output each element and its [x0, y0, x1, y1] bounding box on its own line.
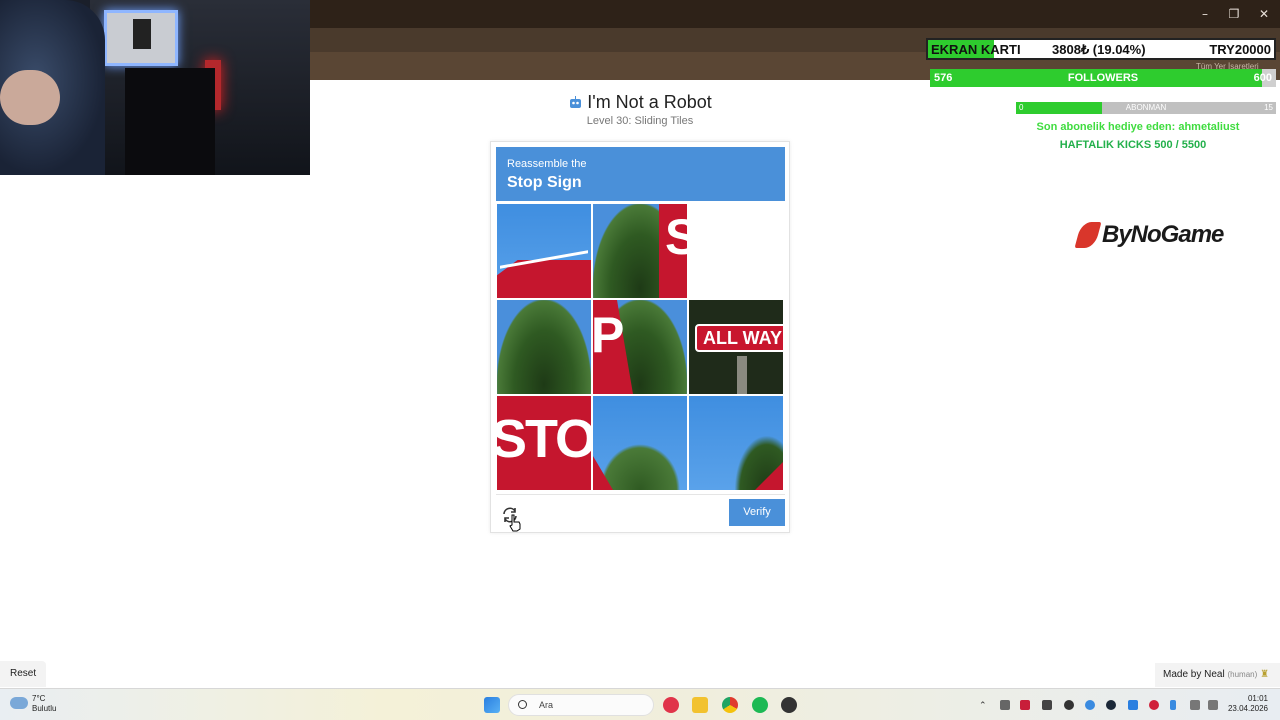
tile-letters-sto: STO: [497, 409, 591, 469]
made-by-note: (human): [1227, 670, 1258, 679]
puzzle-tile[interactable]: [497, 204, 591, 298]
level-subtitle: Level 30: Sliding Tiles: [586, 115, 694, 127]
chrome-icon[interactable]: [722, 697, 738, 713]
goal-label: EKRAN KARTI: [931, 42, 1021, 57]
page-title: I'm Not a Robot: [490, 92, 790, 113]
tile-grid: S P ALL WAY STO: [497, 204, 785, 492]
minimize-button[interactable]: –: [1196, 5, 1214, 23]
maximize-button[interactable]: ❐: [1225, 5, 1243, 23]
puzzle-tile[interactable]: [593, 396, 687, 490]
goal-target: TRY20000: [1209, 42, 1271, 57]
weather-temp: 7°C: [32, 694, 46, 703]
windows-start-icon[interactable]: [484, 697, 500, 713]
hand-cursor-icon: [509, 514, 521, 532]
webcam-overlay: [0, 0, 310, 175]
last-gift-text: Son abonelik hediye eden: ahmetaliust: [1036, 121, 1240, 133]
sponsor-mark-icon: [1074, 222, 1102, 248]
sponsor-name: ByNoGame: [1102, 221, 1224, 248]
donation-goal-bar: EKRAN KARTI 3808₺ (19.04%) TRY20000: [926, 38, 1276, 60]
app-tray-icon[interactable]: [1064, 700, 1074, 710]
obs-icon[interactable]: [781, 697, 797, 713]
chevron-up-icon[interactable]: ⌃: [979, 700, 989, 710]
clock-date: 23.04.2026: [1227, 704, 1268, 713]
verify-button[interactable]: Verify: [729, 499, 785, 526]
media-player-icon[interactable]: [663, 697, 679, 713]
tile-letter-s: S: [665, 209, 687, 265]
captcha-widget: Reassemble the Stop Sign S P ALL WAY STO: [490, 141, 790, 533]
captcha-header: Reassemble the Stop Sign: [496, 147, 785, 201]
empty-slot[interactable]: [689, 204, 783, 298]
subs-label: ABONMAN: [1125, 103, 1167, 112]
robot-icon: [570, 96, 582, 108]
taskbar-search[interactable]: Ara: [508, 694, 654, 716]
search-placeholder: Ara: [539, 700, 554, 710]
cloud-icon: [10, 697, 28, 709]
app-tray-icon[interactable]: [1128, 700, 1138, 710]
puzzle-tile[interactable]: STO: [497, 396, 591, 490]
app-tray-icon[interactable]: [1149, 700, 1159, 710]
speaker-icon[interactable]: [1000, 700, 1010, 710]
goal-progress-text: 3808₺ (19.04%): [1052, 42, 1146, 57]
puzzle-tile[interactable]: S: [593, 204, 687, 298]
wall-frame: [104, 10, 178, 66]
page-title-text: I'm Not a Robot: [587, 92, 712, 112]
captcha-instruction: Reassemble the: [507, 158, 587, 170]
captcha-target: Stop Sign: [507, 174, 582, 191]
microphone-icon[interactable]: [1170, 700, 1176, 710]
reset-button[interactable]: Reset: [0, 661, 46, 687]
captcha-divider: [496, 494, 785, 495]
weather-desc: Bulutlu: [32, 704, 57, 713]
close-button[interactable]: ✕: [1255, 5, 1273, 23]
clock-time: 01:01: [1247, 694, 1268, 703]
made-by-text: Made by Neal: [1163, 669, 1225, 680]
puzzle-tile[interactable]: P: [593, 300, 687, 394]
volume-icon[interactable]: [1208, 700, 1218, 710]
weekly-kicks-text: HAFTALIK KICKS 500 / 5500: [1059, 139, 1207, 151]
puzzle-tile[interactable]: [497, 300, 591, 394]
tile-allway-sign: ALL WAY: [695, 324, 783, 352]
system-clock[interactable]: 01:01 23.04.2026: [1226, 694, 1268, 714]
network-icon[interactable]: [1190, 700, 1200, 710]
subs-goal-bar: 0 ABONMAN 15: [1016, 102, 1276, 114]
vpn-icon[interactable]: [1020, 700, 1030, 710]
puzzle-tile[interactable]: [689, 396, 783, 490]
followers-label: FOLLOWERS: [1067, 72, 1139, 84]
tile-letter-p: P: [593, 307, 625, 363]
app-tray-icon[interactable]: [1042, 700, 1052, 710]
spotify-icon[interactable]: [752, 697, 768, 713]
taskbar: 7°C Bulutlu Ara ⌃ 01:01 23.04.2026: [0, 688, 1280, 720]
followers-goal-bar: 576 FOLLOWERS 600: [930, 69, 1276, 87]
steam-icon[interactable]: [1106, 700, 1116, 710]
search-icon: [518, 700, 527, 709]
file-explorer-icon[interactable]: [692, 697, 708, 713]
puzzle-tile[interactable]: ALL WAY: [689, 300, 783, 394]
trophy-icon: ♜: [1260, 669, 1270, 680]
app-tray-icon[interactable]: [1085, 700, 1095, 710]
weather-widget[interactable]: 7°C Bulutlu: [10, 694, 56, 714]
followers-target: 600: [1253, 72, 1272, 84]
made-by-credit[interactable]: Made by Neal (human) ♜: [1155, 663, 1280, 687]
sponsor-logo: ByNoGame: [1074, 220, 1224, 250]
subs-target: 15: [1264, 103, 1273, 112]
